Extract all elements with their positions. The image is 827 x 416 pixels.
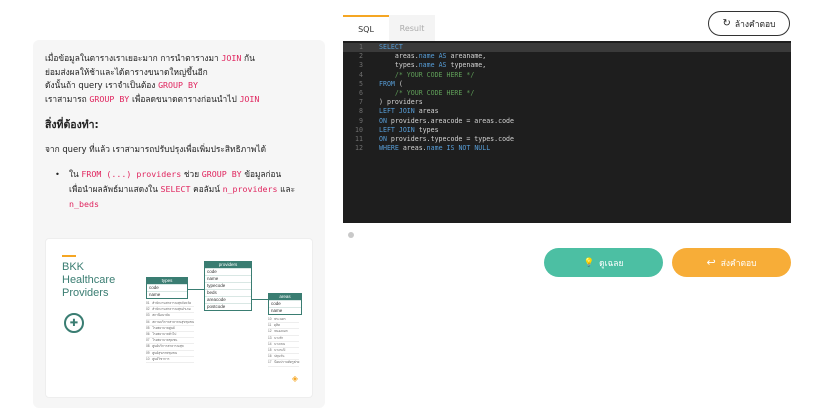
inline-code: n_providers bbox=[222, 183, 278, 194]
bullet-text: ช่วย bbox=[181, 168, 202, 179]
intro-text: ย่อมส่งผลให้ช้าและได้ตารางขนาดใหญ่ขึ้นอี… bbox=[45, 66, 208, 77]
task-paragraph: จาก query ที่แล้ว เราสามารถปรับปรุงเพื่อ… bbox=[45, 144, 267, 154]
code-line: 7) providers bbox=[359, 98, 423, 107]
cube-logo-icon: ◈ bbox=[291, 374, 298, 383]
bullet-text: เพื่อนำผลลัพธ์มาแสดงใน bbox=[69, 183, 161, 194]
intro-text: เพื่อลดขนาดตารางก่อนนำไป bbox=[129, 93, 240, 104]
bullet-text: ใน bbox=[69, 168, 82, 179]
inline-code: n_beds bbox=[69, 198, 99, 209]
code-line: 9 ON providers.areacode = areas.code bbox=[359, 116, 514, 125]
providers-table-row: typecode bbox=[205, 282, 251, 289]
code-line: 4 /* YOUR CODE HERE */ bbox=[359, 70, 475, 79]
status-dot bbox=[348, 232, 354, 238]
reset-answer-button[interactable]: ↻ ล้างคำตอบ bbox=[708, 11, 790, 36]
submit-answer-label: ส่งคำตอบ bbox=[720, 258, 757, 269]
intro-text: กัน bbox=[241, 53, 255, 63]
providers-table-row: beds bbox=[205, 289, 251, 296]
bullet-text: ข้อมูลก่อน bbox=[241, 168, 282, 179]
code-line: 2 areas.name AS areaname, bbox=[359, 52, 487, 61]
providers-table-row: postcode bbox=[205, 303, 251, 310]
types-table-row: name bbox=[147, 291, 187, 298]
connector-line bbox=[188, 289, 204, 290]
intro-text: เมื่อข้อมูลในตารางเราเยอะมาก การนำตารางม… bbox=[45, 53, 222, 63]
bullet-text: และ bbox=[277, 183, 296, 194]
page: เมื่อข้อมูลในตารางเราเยอะมาก การนำตารางม… bbox=[0, 0, 827, 416]
providers-table-row: name bbox=[205, 275, 251, 282]
task-bullet: • ใน FROM (...) providers ช่วย GROUP BY … bbox=[45, 167, 313, 212]
inline-code: GROUP BY bbox=[89, 93, 130, 104]
code-line: 5 FROM ( bbox=[359, 79, 403, 88]
inline-code: GROUP BY bbox=[201, 168, 242, 179]
providers-table: providers code name typecode beds areaco… bbox=[204, 261, 252, 311]
reset-icon: ↻ bbox=[722, 18, 731, 29]
lesson-panel: เมื่อข้อมูลในตารางเราเยอะมาก การนำตารางม… bbox=[33, 40, 325, 408]
accent-bar bbox=[62, 255, 76, 257]
code-line: 12 WHERE areas.name IS NOT NULL bbox=[355, 144, 491, 153]
inline-code: GROUP BY bbox=[158, 80, 199, 90]
inline-code: JOIN bbox=[239, 93, 260, 104]
areas-table-row: name bbox=[269, 307, 301, 314]
code-line: 1 SELECT bbox=[343, 43, 791, 53]
types-table-row: code bbox=[147, 284, 187, 291]
reply-arrow-icon: ↩ bbox=[706, 256, 716, 269]
editor-tabs: SQL Result bbox=[343, 15, 435, 41]
diagram-title-line: Providers bbox=[62, 287, 109, 299]
areas-table-row: code bbox=[269, 300, 301, 307]
code-line: 11 ON providers.typecode = types.code bbox=[355, 135, 514, 144]
view-solution-button[interactable]: 💡 ดูเฉลย bbox=[544, 248, 663, 277]
providers-table-row: areacode bbox=[205, 296, 251, 303]
diagram-title-line: Healthcare bbox=[62, 274, 116, 286]
code-line: 10 LEFT JOIN types bbox=[355, 125, 439, 134]
diagram-title-line: BKK bbox=[62, 261, 85, 273]
sql-editor[interactable]: 1 SELECT 2 areas.name AS areaname, 3 type… bbox=[343, 41, 791, 223]
ministry-logo-icon: ✚ bbox=[64, 313, 84, 333]
bullet-text: คอลัมน์ bbox=[190, 183, 223, 194]
inline-code: JOIN bbox=[221, 53, 242, 63]
view-solution-label: ดูเฉลย bbox=[599, 258, 624, 269]
connector-line bbox=[252, 299, 268, 300]
intro-text: เราสามารถ bbox=[45, 93, 90, 104]
areas-sample-list: 10 พระนคร 11 ดุสิต 12 หนองจอก 13 บางรัก … bbox=[268, 317, 300, 367]
code-line: 3 types.name AS typename, bbox=[359, 61, 487, 70]
schema-diagram: BKK Healthcare Providers ✚ types code na… bbox=[45, 238, 313, 398]
areas-table: areas code name bbox=[268, 293, 302, 315]
diagram-title: BKK Healthcare Providers bbox=[62, 261, 115, 300]
providers-table-row: code bbox=[205, 268, 251, 275]
intro-paragraph: เมื่อข้อมูลในตารางเราเยอะมาก การนำตารางม… bbox=[45, 52, 313, 106]
task-heading: สิ่งที่ต้องทำ: bbox=[45, 119, 99, 131]
tab-result[interactable]: Result bbox=[389, 15, 435, 41]
types-sample-list: 01 สำนักงานสาธารณสุขจังหวัด 02 สำนักงานส… bbox=[146, 301, 195, 364]
code-line: 6 /* YOUR CODE HERE */ bbox=[359, 89, 475, 98]
reset-answer-label: ล้างคำตอบ bbox=[734, 19, 776, 30]
inline-code: SELECT bbox=[160, 183, 191, 194]
inline-code: FROM (...) providers bbox=[81, 168, 182, 179]
lightbulb-icon: 💡 bbox=[583, 257, 595, 268]
intro-text: ดังนั้นถ้า query เราจำเป็นต้อง bbox=[45, 80, 159, 90]
bullet-dot: • bbox=[55, 168, 60, 179]
types-table: types code name bbox=[146, 277, 188, 299]
tab-sql[interactable]: SQL bbox=[343, 15, 389, 41]
submit-answer-button[interactable]: ↩ ส่งคำตอบ bbox=[672, 248, 791, 277]
code-line: 8 LEFT JOIN areas bbox=[359, 107, 439, 116]
